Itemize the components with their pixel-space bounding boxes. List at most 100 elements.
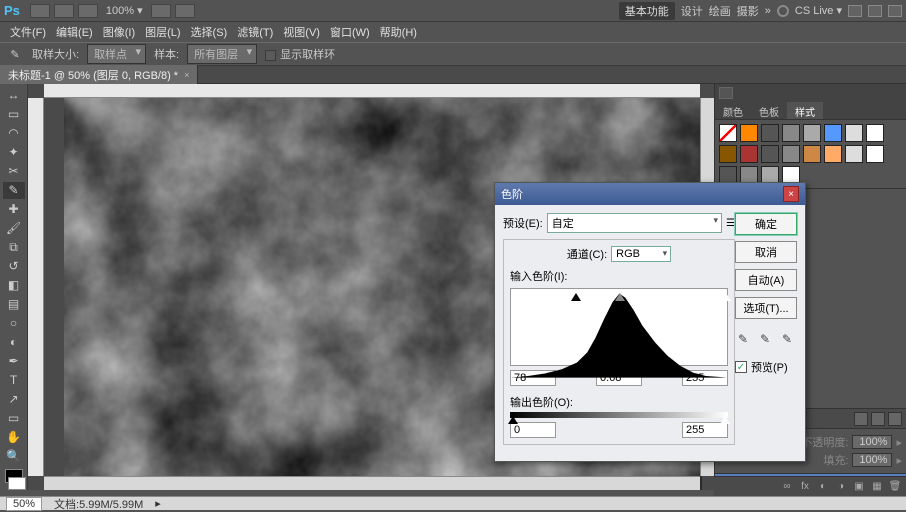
marquee-tool[interactable]: ▭ <box>3 106 25 123</box>
history-brush-tool[interactable]: ↺ <box>3 258 25 275</box>
link-layers-icon[interactable]: ∞ <box>780 480 794 494</box>
options-button[interactable]: 选项(T)... <box>735 297 797 319</box>
menu-file[interactable]: 文件(F) <box>6 22 50 42</box>
move-tool[interactable]: ↔ <box>3 87 25 104</box>
menu-layer[interactable]: 图层(L) <box>141 22 184 42</box>
status-zoom[interactable]: 50% <box>6 497 42 511</box>
tab-swatches[interactable]: 色板 <box>751 102 787 119</box>
ruler-horizontal[interactable] <box>44 84 700 98</box>
menu-edit[interactable]: 编辑(E) <box>52 22 97 42</box>
shape-tool[interactable]: ▭ <box>3 409 25 426</box>
workspace-essentials[interactable]: 基本功能 <box>619 2 675 20</box>
hand-tool[interactable]: ✋ <box>3 428 25 445</box>
wand-tool[interactable]: ✦ <box>3 144 25 161</box>
output-white-field[interactable] <box>682 422 728 438</box>
ok-button[interactable]: 确定 <box>735 213 797 235</box>
menu-view[interactable]: 视图(V) <box>279 22 324 42</box>
style-swatch[interactable] <box>719 124 737 142</box>
auto-button[interactable]: 自动(A) <box>735 269 797 291</box>
style-swatch[interactable] <box>803 145 821 163</box>
pen-tool[interactable]: ✒ <box>3 353 25 370</box>
style-swatch[interactable] <box>740 145 758 163</box>
workspace-photo[interactable]: 摄影 <box>737 3 759 19</box>
zoom-level[interactable]: 100% ▾ <box>106 4 143 17</box>
cancel-button[interactable]: 取消 <box>735 241 797 263</box>
dodge-tool[interactable]: ◐ <box>3 334 25 351</box>
output-black-field[interactable] <box>510 422 556 438</box>
white-eyedropper-icon[interactable]: ✎ <box>779 331 795 347</box>
stamp-tool[interactable]: ⧉ <box>3 239 25 256</box>
dialog-close-button[interactable]: × <box>783 186 799 202</box>
style-swatch[interactable] <box>719 145 737 163</box>
style-swatch[interactable] <box>845 145 863 163</box>
channel-dropdown[interactable]: RGB <box>611 246 671 262</box>
menu-help[interactable]: 帮助(H) <box>376 22 421 42</box>
menu-select[interactable]: 选择(S) <box>187 22 232 42</box>
scrollbar-horizontal[interactable] <box>44 476 700 490</box>
style-swatch[interactable] <box>761 124 779 142</box>
menu-image[interactable]: 图像(I) <box>99 22 139 42</box>
fill-value[interactable]: 100% <box>852 453 892 467</box>
menu-icon[interactable] <box>888 412 902 426</box>
opacity-value[interactable]: 100% <box>852 435 892 449</box>
tab-styles[interactable]: 样式 <box>787 102 823 119</box>
preset-menu-icon[interactable]: ☰ <box>726 218 735 229</box>
mask-add-icon[interactable]: ◐ <box>816 480 830 494</box>
style-swatch[interactable] <box>761 145 779 163</box>
path-tool[interactable]: ↗ <box>3 391 25 408</box>
gradient-tool[interactable]: ▤ <box>3 296 25 313</box>
sample-dropdown[interactable]: 所有图层 <box>187 44 257 64</box>
panel-collapse-icon[interactable] <box>719 87 733 99</box>
style-swatch[interactable] <box>866 124 884 142</box>
heal-tool[interactable]: ✚ <box>3 201 25 218</box>
crop-tool[interactable]: ✂ <box>3 163 25 180</box>
minimize-button[interactable] <box>848 5 862 17</box>
workspace-design[interactable]: 设计 <box>681 3 703 19</box>
style-swatch[interactable] <box>866 145 884 163</box>
lasso-tool[interactable]: ◠ <box>3 125 25 142</box>
document-tab[interactable]: 未标题-1 @ 50% (图层 0, RGB/8) * × <box>0 65 198 85</box>
eyedropper-tool[interactable]: ✎ <box>3 182 25 199</box>
restore-button[interactable] <box>868 5 882 17</box>
preset-dropdown[interactable]: 自定 <box>547 213 722 233</box>
eraser-tool[interactable]: ◧ <box>3 277 25 294</box>
viewextras-icon[interactable] <box>78 4 98 18</box>
ruler-vertical[interactable] <box>28 98 44 476</box>
tab-color[interactable]: 颜色 <box>715 102 751 119</box>
black-eyedropper-icon[interactable]: ✎ <box>735 331 751 347</box>
style-swatch[interactable] <box>782 145 800 163</box>
bridge-icon[interactable] <box>30 4 50 18</box>
cslive-icon[interactable] <box>777 5 789 17</box>
style-swatch[interactable] <box>824 145 842 163</box>
style-swatch[interactable] <box>803 124 821 142</box>
output-white-slider[interactable] <box>720 416 730 424</box>
shadow-slider[interactable] <box>571 293 581 301</box>
blur-tool[interactable]: ○ <box>3 315 25 332</box>
fill-flyout-icon[interactable]: ▸ <box>896 454 902 467</box>
workspace-more[interactable]: » <box>765 5 771 17</box>
mask-icon[interactable] <box>871 412 885 426</box>
new-layer-icon[interactable]: ▦ <box>870 480 884 494</box>
style-swatch[interactable] <box>782 124 800 142</box>
output-black-slider[interactable] <box>508 416 518 424</box>
trash-icon[interactable]: 🗑 <box>888 480 902 494</box>
close-button[interactable] <box>888 5 902 17</box>
sample-size-dropdown[interactable]: 取样点 <box>87 44 146 64</box>
eyedropper-icon[interactable]: ✎ <box>6 46 24 62</box>
output-gradient[interactable] <box>510 412 728 418</box>
group-icon[interactable]: ▣ <box>852 480 866 494</box>
style-swatch[interactable] <box>740 124 758 142</box>
menu-filter[interactable]: 滤镜(T) <box>233 22 277 42</box>
gray-eyedropper-icon[interactable]: ✎ <box>757 331 773 347</box>
style-swatch[interactable] <box>845 124 863 142</box>
zoom-tool[interactable]: 🔍 <box>3 447 25 464</box>
link-icon[interactable] <box>854 412 868 426</box>
style-swatch[interactable] <box>824 124 842 142</box>
preview-checkbox[interactable]: ✓预览(P) <box>735 359 797 375</box>
show-ring-checkbox[interactable]: 显示取样环 <box>265 46 335 62</box>
tab-close-icon[interactable]: × <box>184 70 189 80</box>
menu-window[interactable]: 窗口(W) <box>326 22 374 42</box>
dialog-titlebar[interactable]: 色阶 × <box>495 183 805 205</box>
adjustment-icon[interactable]: ◑ <box>834 480 848 494</box>
minibridge-icon[interactable] <box>54 4 74 18</box>
